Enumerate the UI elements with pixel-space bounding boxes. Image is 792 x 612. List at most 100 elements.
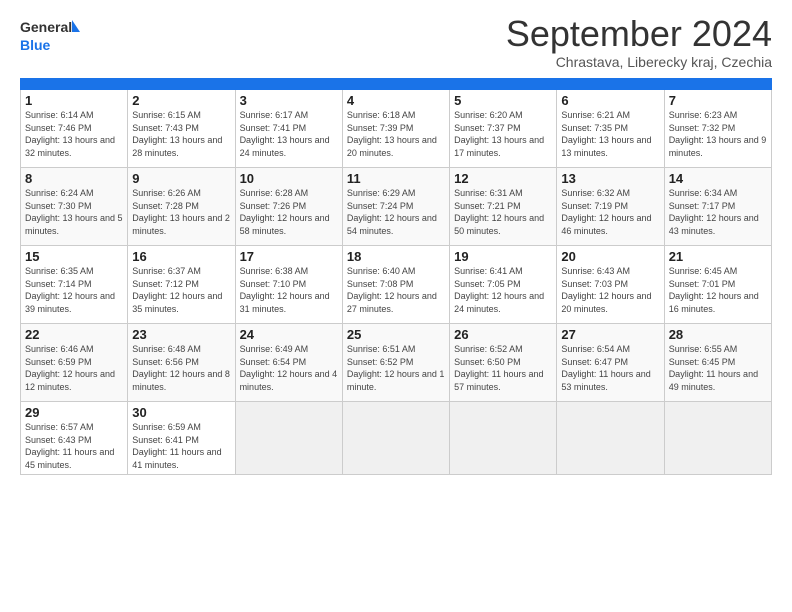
table-row: 23 Sunrise: 6:48 AM Sunset: 6:56 PM Dayl… — [128, 324, 235, 402]
table-row: 5 Sunrise: 6:20 AM Sunset: 7:37 PM Dayli… — [450, 90, 557, 168]
col-friday — [557, 79, 664, 90]
day-number: 13 — [561, 171, 659, 186]
day-info: Sunrise: 6:49 AM Sunset: 6:54 PM Dayligh… — [240, 343, 338, 393]
col-wednesday — [342, 79, 449, 90]
day-number: 7 — [669, 93, 767, 108]
table-row: 6 Sunrise: 6:21 AM Sunset: 7:35 PM Dayli… — [557, 90, 664, 168]
day-info: Sunrise: 6:40 AM Sunset: 7:08 PM Dayligh… — [347, 265, 445, 315]
table-row: 10 Sunrise: 6:28 AM Sunset: 7:26 PM Dayl… — [235, 168, 342, 246]
table-row — [342, 402, 449, 475]
day-number: 26 — [454, 327, 552, 342]
day-info: Sunrise: 6:43 AM Sunset: 7:03 PM Dayligh… — [561, 265, 659, 315]
table-row: 26 Sunrise: 6:52 AM Sunset: 6:50 PM Dayl… — [450, 324, 557, 402]
day-info: Sunrise: 6:28 AM Sunset: 7:26 PM Dayligh… — [240, 187, 338, 237]
col-sunday — [21, 79, 128, 90]
day-info: Sunrise: 6:38 AM Sunset: 7:10 PM Dayligh… — [240, 265, 338, 315]
day-info: Sunrise: 6:48 AM Sunset: 6:56 PM Dayligh… — [132, 343, 230, 393]
table-row: 12 Sunrise: 6:31 AM Sunset: 7:21 PM Dayl… — [450, 168, 557, 246]
table-row: 24 Sunrise: 6:49 AM Sunset: 6:54 PM Dayl… — [235, 324, 342, 402]
table-row — [557, 402, 664, 475]
header-row — [21, 79, 772, 90]
day-number: 20 — [561, 249, 659, 264]
logo-svg: General Blue — [20, 16, 80, 58]
day-number: 23 — [132, 327, 230, 342]
calendar-table: 1 Sunrise: 6:14 AM Sunset: 7:46 PM Dayli… — [20, 78, 772, 475]
calendar-week-2: 8 Sunrise: 6:24 AM Sunset: 7:30 PM Dayli… — [21, 168, 772, 246]
table-row: 11 Sunrise: 6:29 AM Sunset: 7:24 PM Dayl… — [342, 168, 449, 246]
table-row: 7 Sunrise: 6:23 AM Sunset: 7:32 PM Dayli… — [664, 90, 771, 168]
day-number: 9 — [132, 171, 230, 186]
col-thursday — [450, 79, 557, 90]
day-number: 27 — [561, 327, 659, 342]
logo: General Blue — [20, 16, 80, 58]
table-row: 29 Sunrise: 6:57 AM Sunset: 6:43 PM Dayl… — [21, 402, 128, 475]
col-tuesday — [235, 79, 342, 90]
day-info: Sunrise: 6:55 AM Sunset: 6:45 PM Dayligh… — [669, 343, 767, 393]
table-row — [664, 402, 771, 475]
table-row: 25 Sunrise: 6:51 AM Sunset: 6:52 PM Dayl… — [342, 324, 449, 402]
day-info: Sunrise: 6:32 AM Sunset: 7:19 PM Dayligh… — [561, 187, 659, 237]
day-info: Sunrise: 6:24 AM Sunset: 7:30 PM Dayligh… — [25, 187, 123, 237]
table-row: 27 Sunrise: 6:54 AM Sunset: 6:47 PM Dayl… — [557, 324, 664, 402]
day-info: Sunrise: 6:45 AM Sunset: 7:01 PM Dayligh… — [669, 265, 767, 315]
day-info: Sunrise: 6:34 AM Sunset: 7:17 PM Dayligh… — [669, 187, 767, 237]
day-info: Sunrise: 6:15 AM Sunset: 7:43 PM Dayligh… — [132, 109, 230, 159]
table-row: 19 Sunrise: 6:41 AM Sunset: 7:05 PM Dayl… — [450, 246, 557, 324]
table-row: 8 Sunrise: 6:24 AM Sunset: 7:30 PM Dayli… — [21, 168, 128, 246]
day-info: Sunrise: 6:17 AM Sunset: 7:41 PM Dayligh… — [240, 109, 338, 159]
calendar-week-4: 22 Sunrise: 6:46 AM Sunset: 6:59 PM Dayl… — [21, 324, 772, 402]
day-number: 4 — [347, 93, 445, 108]
day-info: Sunrise: 6:20 AM Sunset: 7:37 PM Dayligh… — [454, 109, 552, 159]
table-row — [235, 402, 342, 475]
table-row: 28 Sunrise: 6:55 AM Sunset: 6:45 PM Dayl… — [664, 324, 771, 402]
day-number: 25 — [347, 327, 445, 342]
table-row: 16 Sunrise: 6:37 AM Sunset: 7:12 PM Dayl… — [128, 246, 235, 324]
day-info: Sunrise: 6:26 AM Sunset: 7:28 PM Dayligh… — [132, 187, 230, 237]
col-saturday — [664, 79, 771, 90]
day-number: 5 — [454, 93, 552, 108]
calendar-week-1: 1 Sunrise: 6:14 AM Sunset: 7:46 PM Dayli… — [21, 90, 772, 168]
day-info: Sunrise: 6:23 AM Sunset: 7:32 PM Dayligh… — [669, 109, 767, 159]
table-row: 21 Sunrise: 6:45 AM Sunset: 7:01 PM Dayl… — [664, 246, 771, 324]
day-info: Sunrise: 6:35 AM Sunset: 7:14 PM Dayligh… — [25, 265, 123, 315]
day-number: 10 — [240, 171, 338, 186]
table-row: 30 Sunrise: 6:59 AM Sunset: 6:41 PM Dayl… — [128, 402, 235, 475]
col-monday — [128, 79, 235, 90]
day-number: 8 — [25, 171, 123, 186]
day-number: 12 — [454, 171, 552, 186]
table-row: 15 Sunrise: 6:35 AM Sunset: 7:14 PM Dayl… — [21, 246, 128, 324]
day-info: Sunrise: 6:18 AM Sunset: 7:39 PM Dayligh… — [347, 109, 445, 159]
table-row: 18 Sunrise: 6:40 AM Sunset: 7:08 PM Dayl… — [342, 246, 449, 324]
svg-text:Blue: Blue — [20, 37, 51, 53]
day-info: Sunrise: 6:41 AM Sunset: 7:05 PM Dayligh… — [454, 265, 552, 315]
svg-text:General: General — [20, 19, 72, 35]
day-number: 24 — [240, 327, 338, 342]
day-info: Sunrise: 6:54 AM Sunset: 6:47 PM Dayligh… — [561, 343, 659, 393]
day-info: Sunrise: 6:51 AM Sunset: 6:52 PM Dayligh… — [347, 343, 445, 393]
day-number: 17 — [240, 249, 338, 264]
day-info: Sunrise: 6:14 AM Sunset: 7:46 PM Dayligh… — [25, 109, 123, 159]
day-number: 15 — [25, 249, 123, 264]
table-row: 13 Sunrise: 6:32 AM Sunset: 7:19 PM Dayl… — [557, 168, 664, 246]
calendar-week-3: 15 Sunrise: 6:35 AM Sunset: 7:14 PM Dayl… — [21, 246, 772, 324]
day-number: 19 — [454, 249, 552, 264]
location-subtitle: Chrastava, Liberecky kraj, Czechia — [506, 54, 772, 70]
day-number: 14 — [669, 171, 767, 186]
table-row: 20 Sunrise: 6:43 AM Sunset: 7:03 PM Dayl… — [557, 246, 664, 324]
day-number: 18 — [347, 249, 445, 264]
day-info: Sunrise: 6:57 AM Sunset: 6:43 PM Dayligh… — [25, 421, 123, 471]
day-info: Sunrise: 6:21 AM Sunset: 7:35 PM Dayligh… — [561, 109, 659, 159]
calendar-week-5: 29 Sunrise: 6:57 AM Sunset: 6:43 PM Dayl… — [21, 402, 772, 475]
table-row: 4 Sunrise: 6:18 AM Sunset: 7:39 PM Dayli… — [342, 90, 449, 168]
day-number: 11 — [347, 171, 445, 186]
day-number: 28 — [669, 327, 767, 342]
day-number: 1 — [25, 93, 123, 108]
table-row: 17 Sunrise: 6:38 AM Sunset: 7:10 PM Dayl… — [235, 246, 342, 324]
header: General Blue September 2024 Chrastava, L… — [20, 16, 772, 70]
day-info: Sunrise: 6:52 AM Sunset: 6:50 PM Dayligh… — [454, 343, 552, 393]
day-number: 3 — [240, 93, 338, 108]
table-row: 9 Sunrise: 6:26 AM Sunset: 7:28 PM Dayli… — [128, 168, 235, 246]
day-info: Sunrise: 6:37 AM Sunset: 7:12 PM Dayligh… — [132, 265, 230, 315]
day-info: Sunrise: 6:59 AM Sunset: 6:41 PM Dayligh… — [132, 421, 230, 471]
table-row: 2 Sunrise: 6:15 AM Sunset: 7:43 PM Dayli… — [128, 90, 235, 168]
